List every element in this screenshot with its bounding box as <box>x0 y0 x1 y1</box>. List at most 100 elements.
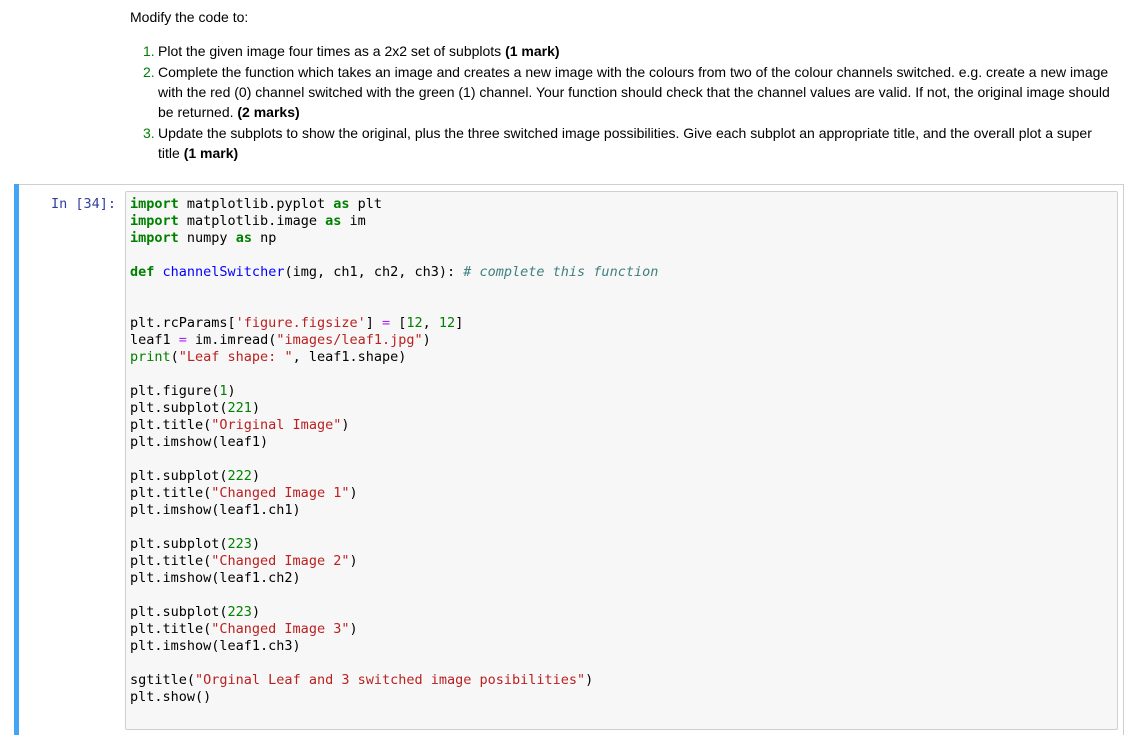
string-token: "images/leaf1.jpg" <box>276 332 423 348</box>
code-token: ) <box>349 553 358 569</box>
string-token: 'figure.figsize' <box>235 315 366 331</box>
code-token: plt.show() <box>130 689 212 705</box>
function-name-token: channelSwitcher <box>162 264 285 280</box>
keyword-token: as <box>333 196 350 212</box>
number-token: 223 <box>227 604 252 620</box>
number-token: 221 <box>227 400 252 416</box>
operator-token: = <box>178 332 187 348</box>
code-token: numpy <box>178 230 236 246</box>
code-token: plt.imshow(leaf1) <box>130 434 269 450</box>
instruction-text: Complete the function which takes an ima… <box>158 64 1110 120</box>
builtin-token: print <box>130 349 171 365</box>
code-line: plt.title("Original Image") <box>130 417 658 434</box>
code-token: im <box>341 213 366 229</box>
code-token: plt <box>349 196 382 212</box>
keyword-token: as <box>325 213 342 229</box>
string-token: "Orginal Leaf and 3 switched image posib… <box>195 672 586 688</box>
instruction-mark: (1 mark) <box>505 43 560 59</box>
code-line: plt.subplot(223) <box>130 536 658 553</box>
operator-token: = <box>381 315 391 331</box>
code-token: np <box>251 230 277 246</box>
code-token: ) <box>227 383 236 399</box>
comment-token: # complete this function <box>463 264 659 280</box>
code-token: ) <box>251 468 261 484</box>
code-line: plt.title("Changed Image 3") <box>130 621 658 638</box>
code-line: plt.subplot(221) <box>130 400 658 417</box>
string-token: "Leaf shape: " <box>178 349 293 365</box>
code-line: plt.imshow(leaf1.ch1) <box>130 502 658 519</box>
instruction-number: 3. <box>143 125 155 141</box>
code-token: plt.imshow(leaf1.ch3) <box>130 638 301 654</box>
code-line: plt.title("Changed Image 2") <box>130 553 658 570</box>
code-token: plt.title( <box>130 553 212 569</box>
instruction-mark: (1 mark) <box>183 145 239 161</box>
instruction-text: Plot the given image four times as a 2x2… <box>158 43 506 59</box>
code-token: ) <box>422 332 431 348</box>
code-line: print("Leaf shape: ", leaf1.shape) <box>130 349 658 366</box>
code-token: plt.title( <box>130 621 212 637</box>
instruction-text: Update the subplots to show the original… <box>158 125 1092 161</box>
code-token: sgtitle( <box>130 672 196 688</box>
keyword-token: import <box>130 196 179 212</box>
instruction-mark: (2 marks) <box>237 104 300 120</box>
code-token: plt.subplot( <box>130 468 228 484</box>
code-token: plt.title( <box>130 417 212 433</box>
code-token: ) <box>251 536 261 552</box>
keyword-token: def <box>130 264 155 280</box>
code-token: ( <box>170 349 179 365</box>
code-line: plt.imshow(leaf1.ch3) <box>130 638 658 655</box>
code-token: ] <box>365 315 382 331</box>
code-token: plt.figure( <box>130 383 220 399</box>
string-token: "Changed Image 3" <box>211 621 350 637</box>
code-token: plt.imshow(leaf1.ch1) <box>130 502 301 518</box>
code-token: ] <box>455 315 464 331</box>
code-token: ) <box>349 621 358 637</box>
code-token: ) <box>585 672 594 688</box>
instruction-item: 2. Complete the function which takes an … <box>130 62 1115 122</box>
code-token: plt.imshow(leaf1.ch2) <box>130 570 301 586</box>
code-line: plt.rcParams['figure.figsize'] = [12, 12… <box>130 315 658 332</box>
code-token: im.imread( <box>186 332 277 348</box>
keyword-token: import <box>130 230 179 246</box>
code-line: plt.subplot(223) <box>130 604 658 621</box>
code-line: import matplotlib.pyplot as plt <box>130 196 658 213</box>
code-line: plt.subplot(222) <box>130 468 658 485</box>
code-token: [ <box>390 315 407 331</box>
instructions-list: 1. Plot the given image four times as a … <box>130 41 1115 164</box>
code-token: leaf1 <box>130 332 179 348</box>
code-token: plt.title( <box>130 485 212 501</box>
input-prompt: In [34]: <box>51 196 117 212</box>
instruction-item: 3. Update the subplots to show the origi… <box>130 123 1115 163</box>
code-token: ) <box>251 604 261 620</box>
string-token: "Original Image" <box>211 417 342 433</box>
code-line: def channelSwitcher(img, ch1, ch2, ch3):… <box>130 264 658 281</box>
code-token: plt.subplot( <box>130 604 228 620</box>
code-token: plt.subplot( <box>130 536 228 552</box>
keyword-token: as <box>235 230 252 246</box>
code-line: plt.imshow(leaf1) <box>130 434 658 451</box>
instructions-intro: Modify the code to: <box>130 9 249 25</box>
string-token: "Changed Image 2" <box>211 553 350 569</box>
code-line: sgtitle("Orginal Leaf and 3 switched ima… <box>130 672 658 689</box>
code-line: import numpy as np <box>130 230 658 247</box>
code-token: matplotlib.image <box>178 213 326 229</box>
number-token: 222 <box>227 468 252 484</box>
code-token: ) <box>341 417 350 433</box>
number-token: 12 <box>406 315 423 331</box>
code-line: plt.figure(1) <box>130 383 658 400</box>
code-text[interactable]: import matplotlib.pyplot as plt import ma… <box>130 196 658 706</box>
number-token: 12 <box>438 315 456 331</box>
code-token: (img, ch1, ch2, ch3): <box>284 264 464 280</box>
code-token: plt.rcParams[ <box>130 315 236 331</box>
code-token: , <box>422 315 439 331</box>
code-token: ) <box>349 485 358 501</box>
code-token: , leaf1.shape) <box>292 349 407 365</box>
